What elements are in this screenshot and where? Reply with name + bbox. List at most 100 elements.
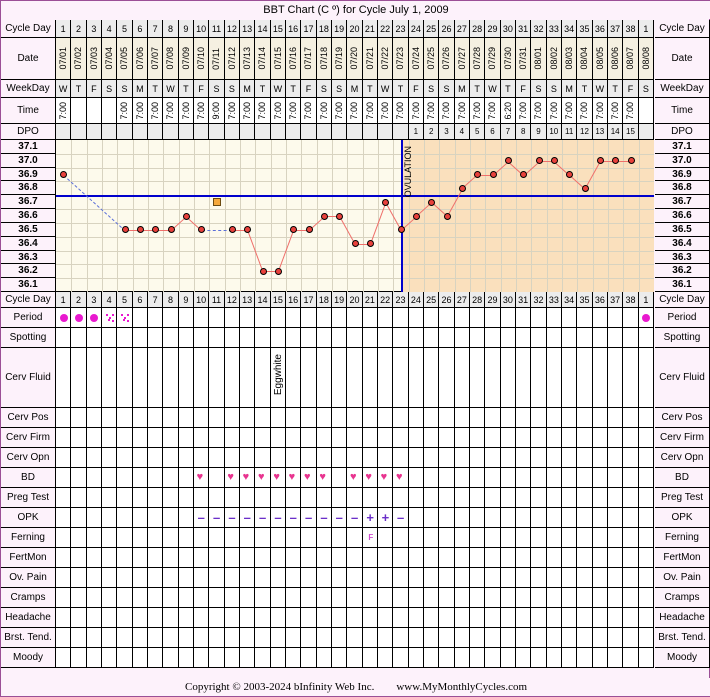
cell-cerv_firm[interactable] bbox=[500, 428, 516, 448]
cell-spotting[interactable] bbox=[117, 328, 133, 348]
cell-bd[interactable] bbox=[163, 468, 179, 488]
cell-spotting[interactable] bbox=[362, 328, 378, 348]
cell-cerv_opn[interactable] bbox=[102, 448, 118, 468]
cell-spotting[interactable] bbox=[71, 328, 87, 348]
temperature-point[interactable] bbox=[305, 226, 313, 234]
cell-headache[interactable] bbox=[148, 608, 164, 628]
cell-cramps[interactable] bbox=[439, 588, 455, 608]
period-marker-light[interactable] bbox=[123, 319, 125, 321]
ferning-marker[interactable]: F bbox=[368, 534, 373, 542]
cell-bd[interactable] bbox=[638, 468, 654, 488]
cell-cerv_firm[interactable] bbox=[470, 428, 486, 448]
cell-preg_test[interactable] bbox=[56, 488, 72, 508]
bd-marker[interactable]: ♥ bbox=[319, 472, 326, 483]
cell-brst_tend[interactable] bbox=[623, 628, 639, 648]
cell-spotting[interactable] bbox=[500, 328, 516, 348]
cell-cramps[interactable] bbox=[286, 588, 302, 608]
cell-cerv_firm[interactable] bbox=[178, 428, 194, 448]
cell-ferning[interactable] bbox=[608, 528, 624, 548]
cell-spotting[interactable] bbox=[286, 328, 302, 348]
cell-spotting[interactable] bbox=[623, 328, 639, 348]
cell-period[interactable] bbox=[562, 308, 578, 328]
cell-preg_test[interactable] bbox=[255, 488, 271, 508]
cell-cerv_opn[interactable] bbox=[378, 448, 394, 468]
cell-headache[interactable] bbox=[132, 608, 148, 628]
cell-ferning[interactable] bbox=[378, 528, 394, 548]
cell-cramps[interactable] bbox=[638, 588, 654, 608]
temperature-point[interactable] bbox=[366, 240, 374, 248]
cell-headache[interactable] bbox=[56, 608, 72, 628]
cell-period[interactable] bbox=[424, 308, 440, 328]
cell-spotting[interactable] bbox=[132, 328, 148, 348]
cell-ferning[interactable] bbox=[500, 528, 516, 548]
cell-cramps[interactable] bbox=[546, 588, 562, 608]
cell-cerv_pos[interactable] bbox=[301, 408, 317, 428]
cell-spotting[interactable] bbox=[301, 328, 317, 348]
cell-bd[interactable] bbox=[546, 468, 562, 488]
cell-ferning[interactable] bbox=[255, 528, 271, 548]
cell-spotting[interactable] bbox=[194, 328, 210, 348]
cell-opk[interactable] bbox=[102, 508, 118, 528]
cell-cerv_firm[interactable] bbox=[86, 428, 102, 448]
cell-preg_test[interactable] bbox=[117, 488, 133, 508]
cell-spotting[interactable] bbox=[224, 328, 240, 348]
cell-headache[interactable] bbox=[500, 608, 516, 628]
cell-cerv_pos[interactable] bbox=[132, 408, 148, 428]
temperature-point[interactable] bbox=[443, 212, 451, 220]
cell-cerv_fluid[interactable] bbox=[500, 348, 516, 408]
cell-ov_pain[interactable] bbox=[623, 568, 639, 588]
cell-moody[interactable] bbox=[592, 648, 608, 668]
cell-bd[interactable] bbox=[148, 468, 164, 488]
cell-ov_pain[interactable] bbox=[439, 568, 455, 588]
cell-preg_test[interactable] bbox=[393, 488, 409, 508]
cell-ov_pain[interactable] bbox=[332, 568, 348, 588]
cell-headache[interactable] bbox=[638, 608, 654, 628]
cell-moody[interactable] bbox=[117, 648, 133, 668]
cell-cerv_firm[interactable] bbox=[378, 428, 394, 448]
cell-preg_test[interactable] bbox=[378, 488, 394, 508]
cell-period[interactable] bbox=[485, 308, 501, 328]
cell-cramps[interactable] bbox=[163, 588, 179, 608]
temperature-point[interactable] bbox=[167, 226, 175, 234]
cell-cerv_opn[interactable] bbox=[148, 448, 164, 468]
cell-cramps[interactable] bbox=[209, 588, 225, 608]
cell-preg_test[interactable] bbox=[516, 488, 532, 508]
cell-preg_test[interactable] bbox=[362, 488, 378, 508]
cell-cramps[interactable] bbox=[240, 588, 256, 608]
cell-ov_pain[interactable] bbox=[608, 568, 624, 588]
temperature-point[interactable] bbox=[382, 198, 390, 206]
cell-ov_pain[interactable] bbox=[102, 568, 118, 588]
cell-brst_tend[interactable] bbox=[224, 628, 240, 648]
period-marker-light[interactable] bbox=[107, 319, 110, 321]
cell-ferning[interactable] bbox=[86, 528, 102, 548]
cell-cerv_pos[interactable] bbox=[562, 408, 578, 428]
cell-fertmon[interactable] bbox=[194, 548, 210, 568]
cell-ferning[interactable] bbox=[531, 528, 547, 548]
cell-headache[interactable] bbox=[255, 608, 271, 628]
cell-ov_pain[interactable] bbox=[500, 568, 516, 588]
cell-opk[interactable] bbox=[56, 508, 72, 528]
cell-ov_pain[interactable] bbox=[255, 568, 271, 588]
cell-cerv_fluid[interactable] bbox=[86, 348, 102, 408]
opk-negative-marker[interactable]: – bbox=[244, 511, 251, 524]
cell-preg_test[interactable] bbox=[424, 488, 440, 508]
cell-cerv_opn[interactable] bbox=[500, 448, 516, 468]
cell-ov_pain[interactable] bbox=[86, 568, 102, 588]
cell-headache[interactable] bbox=[209, 608, 225, 628]
cell-fertmon[interactable] bbox=[240, 548, 256, 568]
cell-cerv_fluid[interactable] bbox=[577, 348, 593, 408]
cell-cerv_fluid[interactable] bbox=[102, 348, 118, 408]
cell-spotting[interactable] bbox=[638, 328, 654, 348]
cell-cramps[interactable] bbox=[270, 588, 286, 608]
cell-moody[interactable] bbox=[516, 648, 532, 668]
cell-brst_tend[interactable] bbox=[500, 628, 516, 648]
cell-cerv_firm[interactable] bbox=[224, 428, 240, 448]
cell-headache[interactable] bbox=[623, 608, 639, 628]
cell-cerv_fluid[interactable] bbox=[378, 348, 394, 408]
cell-bd[interactable] bbox=[102, 468, 118, 488]
cell-cerv_firm[interactable] bbox=[531, 428, 547, 448]
cell-cramps[interactable] bbox=[301, 588, 317, 608]
cell-bd[interactable] bbox=[454, 468, 470, 488]
cell-moody[interactable] bbox=[470, 648, 486, 668]
cell-bd[interactable] bbox=[132, 468, 148, 488]
